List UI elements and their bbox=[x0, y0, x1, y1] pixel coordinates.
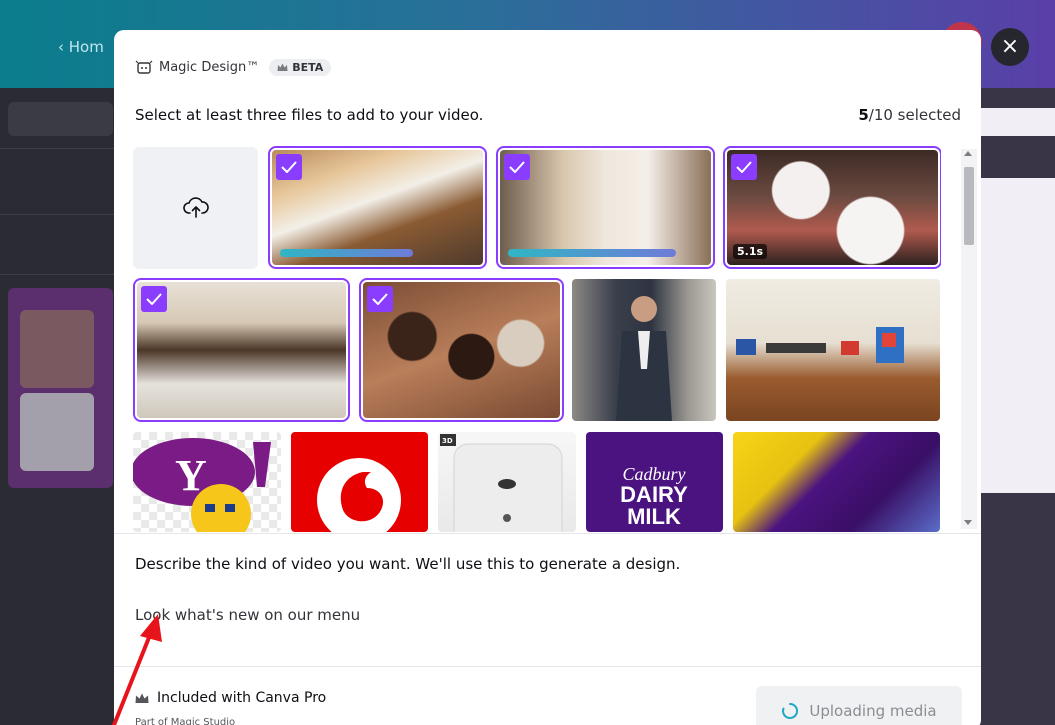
svg-text:MILK: MILK bbox=[627, 504, 681, 529]
background-thumbnail bbox=[20, 310, 94, 388]
divider bbox=[114, 666, 981, 667]
media-tile-cadbury-dairy-milk-logo[interactable]: Cadbury DAIRY MILK bbox=[586, 432, 723, 532]
magic-design-icon bbox=[135, 60, 153, 74]
background-card bbox=[980, 178, 1055, 493]
selection-counter: 5/10 selected bbox=[858, 106, 961, 124]
media-grid: 5.1s Y 3D Cadbury DAIRY MILK bbox=[133, 146, 941, 532]
loading-spinner-icon bbox=[782, 702, 799, 719]
media-tile-pastries-platter[interactable] bbox=[268, 146, 487, 269]
background-sidebar bbox=[0, 88, 115, 725]
media-tile-dairy-milk-bars[interactable] bbox=[733, 432, 940, 532]
media-tile-white-phone[interactable]: 3D bbox=[438, 432, 576, 532]
check-icon bbox=[141, 286, 167, 312]
scroll-up-arrow-icon[interactable] bbox=[964, 151, 972, 156]
dialog-header: Magic Design™ BETA bbox=[135, 59, 332, 76]
media-tile-art-gallery-room[interactable] bbox=[726, 279, 940, 421]
background-card bbox=[980, 108, 1055, 136]
scroll-down-arrow-icon[interactable] bbox=[964, 520, 972, 525]
media-tile-man-in-suit[interactable] bbox=[572, 279, 716, 421]
media-tile-cake-and-dessert-cups[interactable] bbox=[496, 146, 715, 269]
media-tile-chocolate-desserts[interactable] bbox=[359, 278, 564, 422]
upload-progress-bar bbox=[508, 249, 676, 257]
cadbury-logo-illustration: Cadbury DAIRY MILK bbox=[620, 464, 688, 529]
background-right-panel bbox=[980, 88, 1055, 725]
part-of-magic-studio: Part of Magic Studio bbox=[135, 717, 236, 725]
check-icon bbox=[276, 154, 302, 180]
magic-design-dialog: Magic Design™ BETA Select at least three… bbox=[114, 30, 981, 725]
crown-icon bbox=[277, 63, 288, 71]
media-tile-chia-pudding-glasses[interactable] bbox=[133, 278, 350, 422]
background-divider bbox=[0, 148, 115, 149]
media-tile-yahoo-logo[interactable]: Y bbox=[133, 432, 281, 532]
check-icon bbox=[504, 154, 530, 180]
dialog-title: Magic Design™ bbox=[159, 60, 260, 75]
3d-badge: 3D bbox=[442, 437, 453, 445]
svg-text:Cadbury: Cadbury bbox=[623, 464, 686, 484]
gallery-illustration bbox=[736, 327, 904, 363]
upload-media-button[interactable] bbox=[133, 147, 258, 269]
crown-icon bbox=[135, 693, 149, 703]
close-button[interactable]: × bbox=[991, 28, 1029, 66]
beta-label: BETA bbox=[292, 61, 324, 74]
phone-illustration: 3D bbox=[440, 434, 563, 532]
background-search bbox=[8, 102, 113, 136]
check-icon bbox=[367, 286, 393, 312]
selected-count: 5 bbox=[858, 106, 869, 124]
check-icon bbox=[731, 154, 757, 180]
background-thumbnail bbox=[20, 393, 94, 471]
close-icon: × bbox=[1000, 34, 1020, 59]
selection-total: /10 selected bbox=[868, 106, 961, 124]
description-label: Describe the kind of video you want. We'… bbox=[135, 555, 681, 573]
media-scrollbar[interactable] bbox=[961, 149, 977, 529]
media-tile-vodafone-logo[interactable] bbox=[291, 432, 428, 532]
video-description-input[interactable] bbox=[135, 606, 955, 624]
yahoo-logo-illustration: Y bbox=[133, 438, 271, 532]
cloud-upload-icon bbox=[182, 197, 209, 218]
included-with-pro-text: Included with Canva Pro bbox=[157, 690, 327, 706]
divider bbox=[114, 533, 981, 534]
uploading-media-label: Uploading media bbox=[809, 702, 937, 720]
upload-progress-bar bbox=[280, 249, 413, 257]
scrollbar-thumb[interactable] bbox=[964, 167, 974, 245]
selection-instruction: Select at least three files to add to yo… bbox=[135, 106, 484, 124]
background-topbar-text: ‹ Hom bbox=[58, 38, 104, 56]
vodafone-logo-illustration bbox=[317, 458, 401, 532]
media-tile-pomegranate-pavlovas[interactable]: 5.1s bbox=[723, 146, 941, 269]
background-divider bbox=[0, 214, 115, 215]
canva-pro-note: Included with Canva Pro bbox=[135, 690, 326, 706]
uploading-media-button[interactable]: Uploading media bbox=[756, 686, 962, 725]
background-divider bbox=[0, 274, 115, 275]
man-illustration bbox=[616, 296, 672, 421]
video-duration: 5.1s bbox=[733, 244, 768, 259]
beta-badge: BETA bbox=[269, 59, 332, 76]
